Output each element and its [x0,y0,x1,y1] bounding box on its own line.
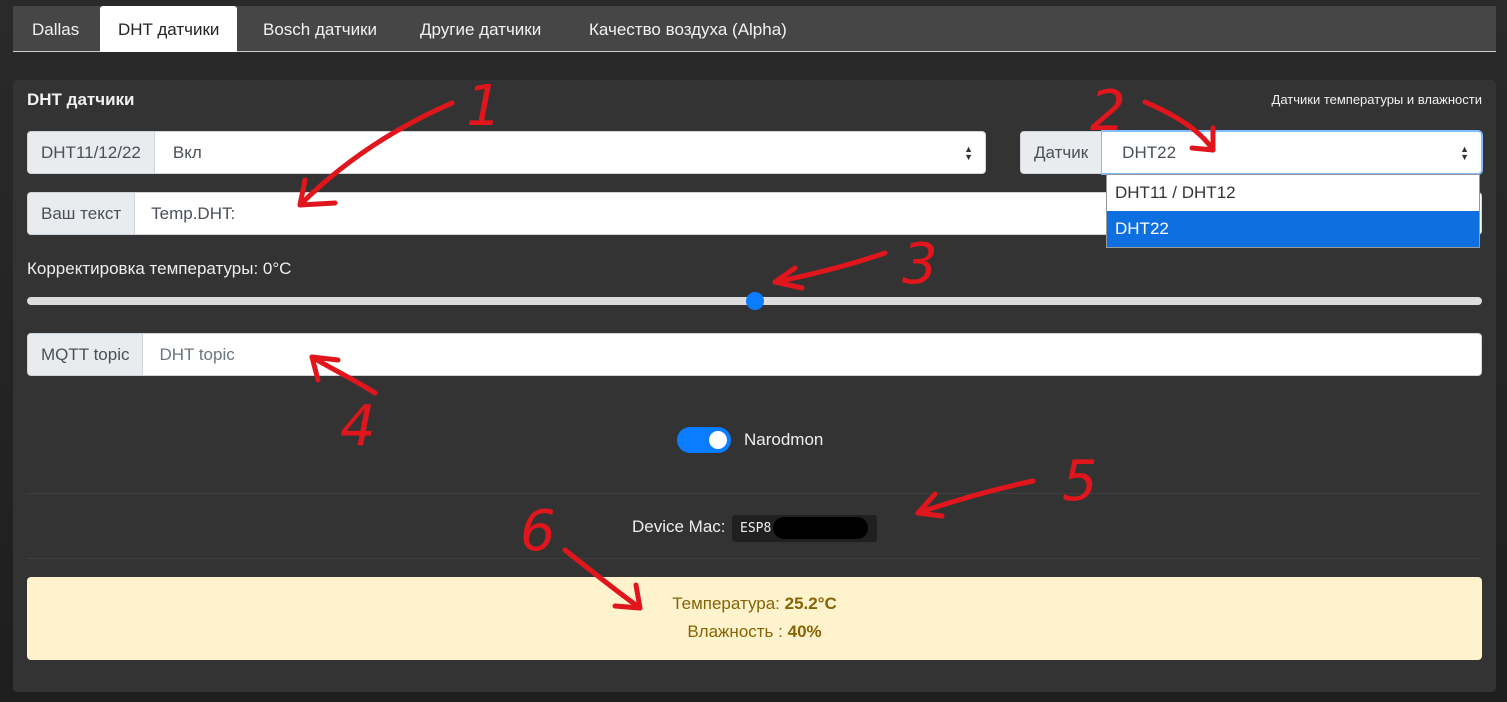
dht-enable-group: DHT11/12/22 Вкл ▲ ▼ [27,131,986,174]
dht-enable-label: DHT11/12/22 [27,131,155,174]
sensor-type-select[interactable]: DHT22 ▲ ▼ [1102,131,1482,174]
sensor-option-dht22[interactable]: DHT22 [1107,211,1479,247]
divider [27,558,1482,559]
toggle-knob [709,431,727,449]
custom-text-label: Ваш текст [27,192,136,235]
sensor-option-dht11[interactable]: DHT11 / DHT12 [1107,175,1479,211]
dht-enable-value: Вкл [172,142,202,162]
temp-correction-slider-thumb[interactable] [746,292,764,310]
card-subtitle: Датчики температуры и влажности [1271,92,1482,107]
temp-correction-label: Корректировка температуры: 0°C [27,259,292,278]
humidity-value: 40% [787,622,822,641]
mqtt-topic-field[interactable] [143,333,1482,376]
temperature-value: 25.2°C [784,594,837,613]
narodmon-toggle[interactable] [677,427,731,453]
humidity-label: Влажность : [687,622,783,641]
sensor-type-label: Датчик [1020,131,1103,174]
temperature-reading: Температура: 25.2°C [27,594,1482,614]
tab-bar: Dallas DHT датчики Bosch датчики Другие … [13,6,1496,52]
device-mac-label: Device Mac: [632,517,726,536]
sensor-type-value: DHT22 [1122,142,1177,162]
sensor-type-dropdown: DHT11 / DHT12 DHT22 [1106,174,1480,248]
tab-bosch[interactable]: Bosch датчики [263,6,377,52]
select-arrows-icon: ▲ ▼ [1460,143,1469,162]
sensor-readings-alert: Температура: 25.2°C Влажность : 40% [27,577,1482,660]
redaction-scribble [773,517,868,539]
mqtt-topic-input[interactable] [159,344,1465,365]
dht-enable-select[interactable]: Вкл ▲ ▼ [154,131,986,174]
mqtt-topic-label: MQTT topic [27,333,144,376]
tab-dallas[interactable]: Dallas [32,6,79,52]
temperature-label: Температура: [672,594,780,613]
card-title: DHT датчики [27,90,135,109]
select-arrows-icon: ▲ ▼ [964,143,973,162]
humidity-reading: Влажность : 40% [27,622,1482,642]
narodmon-label: Narodmon [744,430,824,449]
divider [27,493,1482,494]
sensor-type-group: Датчик DHT22 ▲ ▼ [1020,131,1482,174]
mqtt-topic-group: MQTT topic [27,333,1482,376]
tab-dht[interactable]: DHT датчики [100,6,238,52]
tab-air-quality[interactable]: Качество воздуха (Alpha) [589,6,787,52]
dht-card: DHT датчики Датчики температуры и влажно… [13,80,1496,692]
tab-other[interactable]: Другие датчики [420,6,541,52]
